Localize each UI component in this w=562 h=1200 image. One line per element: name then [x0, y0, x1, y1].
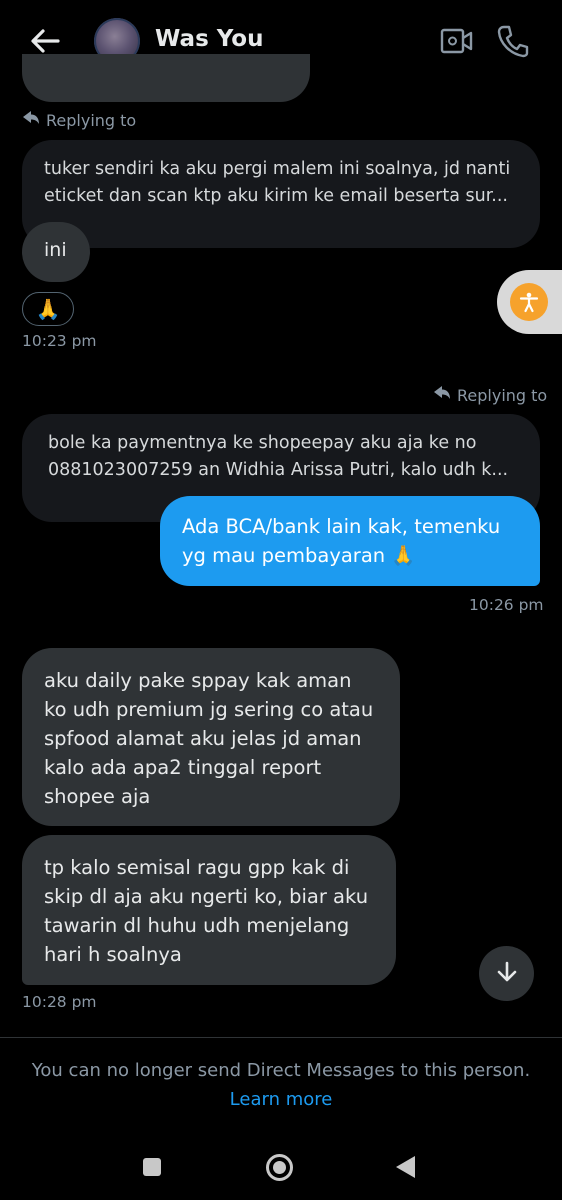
message-bubble[interactable]: ini	[22, 222, 90, 282]
recent-apps-icon[interactable]	[143, 1158, 161, 1176]
learn-more-link[interactable]: Learn more	[0, 1089, 562, 1110]
message-bubble[interactable]: tp kalo semisal ragu gpp kak di skip dl …	[22, 835, 396, 985]
system-navigation-bar	[0, 1130, 562, 1200]
sent-message-bubble[interactable]: Ada BCA/bank lain kak, temenku yg mau pe…	[160, 496, 540, 586]
divider	[0, 1037, 562, 1038]
reaction-badge[interactable]: 🙏	[22, 292, 74, 326]
accessibility-button[interactable]	[497, 270, 562, 334]
back-icon[interactable]	[396, 1156, 415, 1178]
arrow-down-icon	[495, 960, 519, 988]
previous-message-bubble	[22, 54, 310, 102]
reply-label: Replying to	[22, 110, 136, 130]
accessibility-icon	[510, 283, 548, 321]
conversation-title[interactable]: Was You	[155, 26, 264, 52]
reply-arrow-icon	[22, 110, 40, 130]
quoted-message[interactable]: tuker sendiri ka aku pergi malem ini soa…	[22, 140, 540, 248]
reply-label: Replying to	[433, 385, 547, 405]
message-bubble[interactable]: aku daily pake sppay kak aman ko udh pre…	[22, 648, 400, 826]
scroll-down-button[interactable]	[479, 946, 534, 1001]
message-timestamp: 10:23 pm	[22, 332, 97, 350]
message-timestamp: 10:26 pm	[469, 596, 544, 614]
home-icon[interactable]	[266, 1154, 293, 1181]
video-camera-icon[interactable]	[440, 26, 474, 56]
dm-disabled-notice: You can no longer send Direct Messages t…	[31, 1060, 531, 1081]
reply-arrow-icon	[433, 385, 451, 405]
back-arrow-icon[interactable]	[28, 24, 62, 58]
phone-icon[interactable]	[497, 24, 529, 58]
message-timestamp: 10:28 pm	[22, 993, 97, 1011]
